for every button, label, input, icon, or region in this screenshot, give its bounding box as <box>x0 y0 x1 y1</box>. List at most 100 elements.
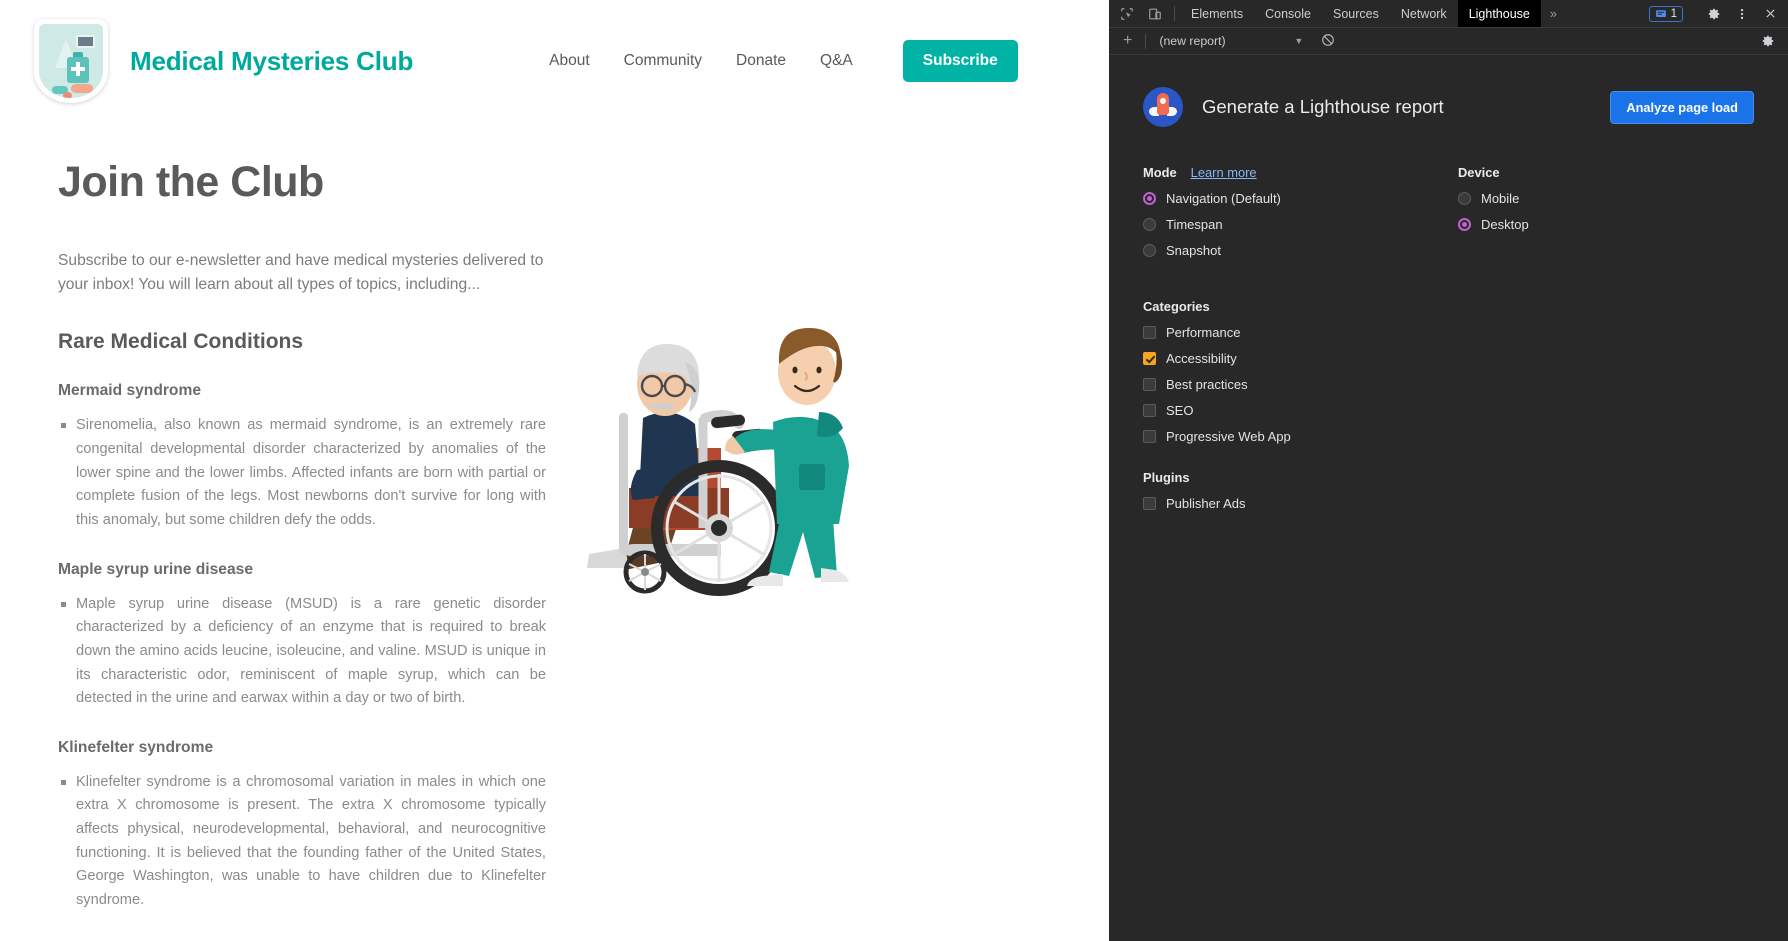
site-title: Medical Mysteries Club <box>130 45 414 76</box>
close-icon[interactable] <box>1756 7 1784 20</box>
checkbox-label: Accessibility <box>1166 351 1237 366</box>
condition-title: Maple syrup urine disease <box>58 560 253 578</box>
radio-mode-navigation[interactable]: Navigation (Default) <box>1143 191 1458 206</box>
radio-indicator <box>1143 192 1156 205</box>
devtools-toolbar-right: 1 <box>1648 0 1788 27</box>
more-tabs-icon[interactable]: » <box>1541 0 1566 27</box>
checkbox-best-practices[interactable]: Best practices <box>1143 377 1754 392</box>
checkbox-performance[interactable]: Performance <box>1143 325 1754 340</box>
chevron-down-icon: ▼ <box>1294 36 1304 46</box>
devtools-panel: Elements Console Sources Network Lightho… <box>1109 0 1788 941</box>
radio-label: Snapshot <box>1166 243 1221 258</box>
radio-indicator <box>1143 244 1156 257</box>
nav-item-community[interactable]: Community <box>624 52 702 70</box>
radio-label: Desktop <box>1481 217 1529 232</box>
tab-sources[interactable]: Sources <box>1322 0 1390 27</box>
tab-network[interactable]: Network <box>1390 0 1458 27</box>
issues-badge[interactable]: 1 <box>1648 5 1683 22</box>
mode-group: Mode Learn more Navigation (Default) Tim… <box>1143 165 1458 269</box>
content-column: Join the Club Subscribe to our e-newslet… <box>34 122 559 941</box>
condition-title: Mermaid syndrome <box>58 382 201 400</box>
checkbox-label: Progressive Web App <box>1166 429 1291 444</box>
tab-console[interactable]: Console <box>1254 0 1322 27</box>
mode-label-row: Mode Learn more <box>1143 165 1458 180</box>
nav-item-donate[interactable]: Donate <box>736 52 786 70</box>
toolbar-divider <box>1145 33 1147 49</box>
illustration-column <box>559 122 1075 941</box>
device-toolbar-icon[interactable] <box>1141 0 1169 27</box>
plugins-label: Plugins <box>1143 470 1190 485</box>
condition-list: Klinefelter syndrome is a chromosomal va… <box>58 771 559 913</box>
lighthouse-logo-icon <box>1143 87 1183 127</box>
checkbox-label: Performance <box>1166 325 1241 340</box>
checkbox-label: Publisher Ads <box>1166 496 1246 511</box>
devtools-tabbar: Elements Console Sources Network Lightho… <box>1109 0 1788 28</box>
page-title: Join the Club <box>58 158 324 206</box>
tab-lighthouse[interactable]: Lighthouse <box>1457 0 1541 27</box>
condition-list: Maple syrup urine disease (MSUD) is a ra… <box>58 593 559 711</box>
gear-icon[interactable] <box>1700 7 1728 21</box>
main-nav: About Community Donate Q&A Subscribe <box>549 40 1018 82</box>
intro-paragraph: Subscribe to our e-newsletter and have m… <box>58 252 544 293</box>
checkbox-indicator <box>1143 404 1156 417</box>
device-label: Device <box>1458 165 1500 180</box>
checkbox-indicator <box>1143 352 1156 365</box>
lighthouse-start-view: Generate a Lighthouse report Analyze pag… <box>1109 55 1788 941</box>
checkbox-indicator <box>1143 326 1156 339</box>
issues-count: 1 <box>1670 7 1677 20</box>
lighthouse-settings-gear-icon[interactable] <box>1754 34 1782 48</box>
device-label-row: Device <box>1458 165 1754 180</box>
mode-device-row: Mode Learn more Navigation (Default) Tim… <box>1143 165 1754 269</box>
list-item: Maple syrup urine disease (MSUD) is a ra… <box>58 593 546 711</box>
header-subscribe-button[interactable]: Subscribe <box>902 40 1018 82</box>
list-item: Klinefelter syndrome is a chromosomal va… <box>58 771 546 913</box>
radio-label: Timespan <box>1166 217 1223 232</box>
clear-all-icon[interactable] <box>1321 33 1335 50</box>
nav-item-qa[interactable]: Q&A <box>820 52 853 70</box>
radio-device-desktop[interactable]: Desktop <box>1458 217 1754 232</box>
radio-label: Navigation (Default) <box>1166 191 1281 206</box>
radio-indicator <box>1143 218 1156 231</box>
inspect-element-icon[interactable] <box>1113 0 1141 27</box>
radio-mode-timespan[interactable]: Timespan <box>1143 217 1458 232</box>
mode-label: Mode <box>1143 165 1177 180</box>
checkbox-indicator <box>1143 497 1156 510</box>
list-item: Sirenomelia, also known as mermaid syndr… <box>58 414 546 532</box>
checkbox-publisher-ads[interactable]: Publisher Ads <box>1143 496 1754 511</box>
page-content: Join the Club Subscribe to our e-newslet… <box>0 122 1109 941</box>
radio-device-mobile[interactable]: Mobile <box>1458 191 1754 206</box>
more-options-icon[interactable] <box>1728 7 1756 21</box>
toolbar-divider <box>1174 6 1175 21</box>
checkbox-seo[interactable]: SEO <box>1143 403 1754 418</box>
condition-title: Klinefelter syndrome <box>58 738 214 756</box>
nav-item-about[interactable]: About <box>549 52 590 70</box>
checkbox-indicator <box>1143 378 1156 391</box>
radio-label: Mobile <box>1481 191 1520 206</box>
categories-label: Categories <box>1143 299 1210 314</box>
checkbox-label: Best practices <box>1166 377 1248 392</box>
lighthouse-heading: Generate a Lighthouse report <box>1202 96 1444 117</box>
nurse-pushing-elderly-man-in-wheelchair-illustration <box>587 328 849 596</box>
app-root: Medical Mysteries Club About Community D… <box>0 0 1788 941</box>
report-selector[interactable]: (new report) ▼ <box>1151 34 1311 48</box>
new-report-icon[interactable]: + <box>1115 33 1140 49</box>
checkbox-accessibility[interactable]: Accessibility <box>1143 351 1754 366</box>
tab-elements[interactable]: Elements <box>1180 0 1254 27</box>
analyze-page-load-button[interactable]: Analyze page load <box>1610 90 1754 124</box>
report-selector-label: (new report) <box>1159 34 1226 48</box>
lighthouse-header: Generate a Lighthouse report Analyze pag… <box>1143 87 1754 127</box>
radio-indicator <box>1458 218 1471 231</box>
medical-shield-badge-icon[interactable] <box>34 19 108 103</box>
radio-mode-snapshot[interactable]: Snapshot <box>1143 243 1458 258</box>
checkbox-label: SEO <box>1166 403 1194 418</box>
lighthouse-toolbar: + (new report) ▼ <box>1109 28 1788 55</box>
device-group: Device Mobile Desktop <box>1458 165 1754 269</box>
website-page: Medical Mysteries Club About Community D… <box>0 0 1109 941</box>
learn-more-link[interactable]: Learn more <box>1191 165 1257 180</box>
checkbox-indicator <box>1143 430 1156 443</box>
checkbox-progressive-web-app[interactable]: Progressive Web App <box>1143 429 1754 444</box>
radio-indicator <box>1458 192 1471 205</box>
section-title: Rare Medical Conditions <box>58 330 304 354</box>
site-header: Medical Mysteries Club About Community D… <box>0 0 1109 122</box>
condition-list: Sirenomelia, also known as mermaid syndr… <box>58 414 559 532</box>
